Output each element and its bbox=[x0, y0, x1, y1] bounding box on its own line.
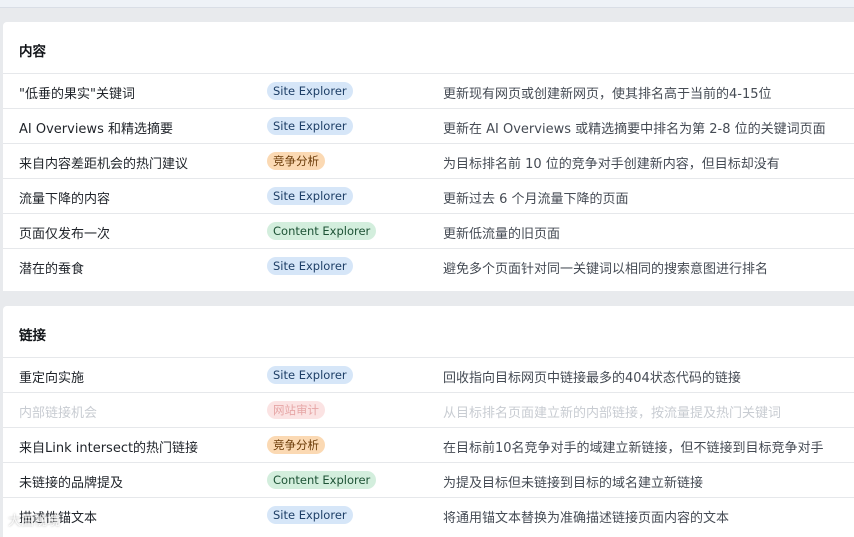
row-description: 更新过去 6 个月流量下降的页面 bbox=[443, 192, 629, 207]
tool-tag[interactable]: 竞争分析 bbox=[267, 152, 325, 170]
table-row[interactable]: 描述性锚文本 Site Explorer 将通用锚文本替换为准确描述链接页面内容… bbox=[3, 497, 854, 532]
table-row[interactable]: 重定向实施 Site Explorer 回收指向目标网页中链接最多的404状态代… bbox=[3, 357, 854, 392]
row-description: 将通用锚文本替换为准确描述链接页面内容的文本 bbox=[443, 511, 730, 526]
row-name: AI Overviews 和精选摘要 bbox=[19, 122, 173, 137]
row-name: 未链接的品牌提及 bbox=[19, 476, 124, 491]
table-row[interactable]: 流量下降的内容 Site Explorer 更新过去 6 个月流量下降的页面 bbox=[3, 178, 854, 213]
row-description: 为目标排名前 10 位的竞争对手创建新内容，但目标却没有 bbox=[443, 157, 780, 172]
watermark: 大曲视境 bbox=[8, 514, 61, 529]
row-name: 流量下降的内容 bbox=[19, 192, 111, 207]
tool-tag[interactable]: Site Explorer bbox=[267, 257, 353, 275]
table-row[interactable]: 来自内容差距机会的热门建议 竞争分析 为目标排名前 10 位的竞争对手创建新内容… bbox=[3, 143, 854, 178]
row-description: 回收指向目标网页中链接最多的404状态代码的链接 bbox=[443, 371, 741, 386]
tool-tag[interactable]: Site Explorer bbox=[267, 82, 353, 100]
row-description: 更新现有网页或创建新网页，使其排名高于当前的4-15位 bbox=[443, 87, 772, 102]
table-row[interactable]: "低垂的果实"关键词 Site Explorer 更新现有网页或创建新网页，使其… bbox=[3, 73, 854, 108]
row-description: 从目标排名页面建立新的内部链接，按流量提及热门关键词 bbox=[443, 406, 782, 421]
tool-tag[interactable]: Content Explorer bbox=[267, 222, 377, 240]
row-description: 在目标前10名竞争对手的域建立新链接，但不链接到目标竞争对手 bbox=[443, 441, 824, 456]
table-row[interactable]: 来自Link intersect的热门链接 竞争分析 在目标前10名竞争对手的域… bbox=[3, 427, 854, 462]
table-row[interactable]: 未链接的品牌提及 Content Explorer 为提及目标但未链接到目标的域… bbox=[3, 462, 854, 497]
tool-tag[interactable]: Content Explorer bbox=[267, 471, 377, 489]
tool-tag[interactable]: 竞争分析 bbox=[267, 436, 325, 454]
row-name: 来自内容差距机会的热门建议 bbox=[19, 157, 189, 172]
row-description: 为提及目标但未链接到目标的域名建立新链接 bbox=[443, 476, 704, 491]
content-rows: "低垂的果实"关键词 Site Explorer 更新现有网页或创建新网页，使其… bbox=[3, 73, 854, 283]
table-row[interactable]: 潜在的蚕食 Site Explorer 避免多个页面针对同一关键词以相同的搜索意… bbox=[3, 248, 854, 283]
tool-tag[interactable]: Site Explorer bbox=[267, 506, 353, 524]
row-name: 页面仅发布一次 bbox=[19, 227, 111, 242]
row-description: 更新在 AI Overviews 或精选摘要中排名为第 2-8 位的关键词页面 bbox=[443, 122, 826, 137]
table-row-disabled: 内部链接机会 网站审计 从目标排名页面建立新的内部链接，按流量提及热门关键词 bbox=[3, 392, 854, 427]
links-section-card: 链接 重定向实施 Site Explorer 回收指向目标网页中链接最多的404… bbox=[3, 306, 854, 537]
row-name: 重定向实施 bbox=[19, 371, 85, 386]
links-rows: 重定向实施 Site Explorer 回收指向目标网页中链接最多的404状态代… bbox=[3, 357, 854, 532]
top-strip bbox=[0, 0, 854, 8]
tool-tag: 网站审计 bbox=[267, 401, 325, 419]
row-name: "低垂的果实"关键词 bbox=[19, 87, 135, 102]
table-row[interactable]: 页面仅发布一次 Content Explorer 更新低流量的旧页面 bbox=[3, 213, 854, 248]
row-name: 潜在的蚕食 bbox=[19, 262, 85, 277]
tool-tag[interactable]: Site Explorer bbox=[267, 117, 353, 135]
tool-tag[interactable]: Site Explorer bbox=[267, 187, 353, 205]
tool-tag[interactable]: Site Explorer bbox=[267, 366, 353, 384]
table-row[interactable]: AI Overviews 和精选摘要 Site Explorer 更新在 AI … bbox=[3, 108, 854, 143]
row-name: 内部链接机会 bbox=[19, 406, 98, 421]
content-section-card: 内容 "低垂的果实"关键词 Site Explorer 更新现有网页或创建新网页… bbox=[3, 22, 854, 291]
row-description: 避免多个页面针对同一关键词以相同的搜索意图进行排名 bbox=[443, 262, 769, 277]
section-title-links: 链接 bbox=[19, 328, 46, 344]
row-description: 更新低流量的旧页面 bbox=[443, 227, 561, 242]
section-title-content: 内容 bbox=[19, 44, 46, 60]
row-name: 来自Link intersect的热门链接 bbox=[19, 441, 199, 456]
